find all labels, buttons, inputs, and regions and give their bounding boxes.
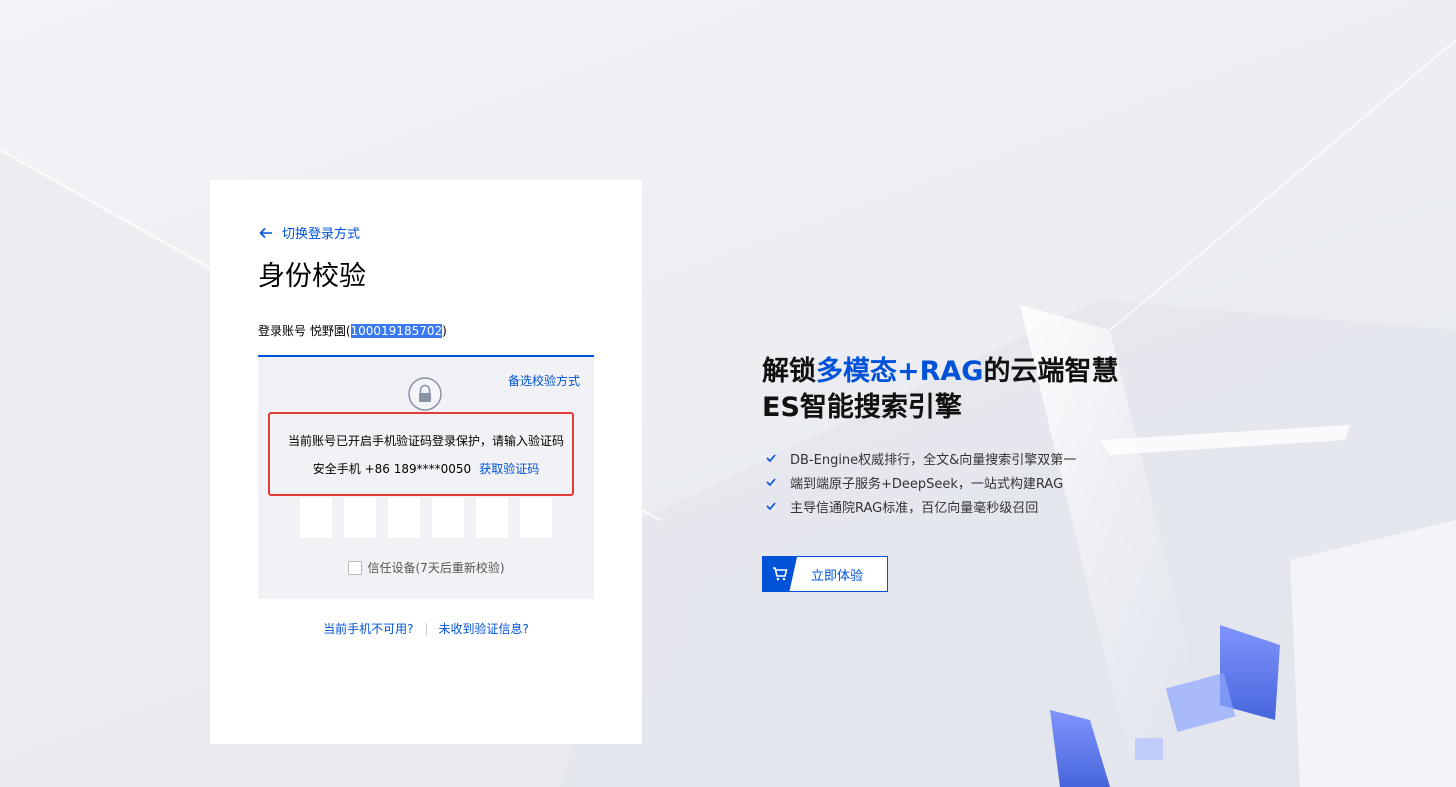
code-digit-input[interactable] bbox=[300, 498, 332, 538]
code-digit-input[interactable] bbox=[520, 498, 552, 538]
help-links: 当前手机不可用? 未收到验证信息? bbox=[210, 620, 642, 637]
secure-phone-number: 安全手机 +86 189****0050 bbox=[312, 462, 472, 476]
divider bbox=[425, 622, 427, 635]
arrow-left-icon bbox=[259, 227, 272, 238]
account-info: 登录账号 悦野園(100019185702) bbox=[258, 322, 447, 339]
lock-icon bbox=[408, 377, 442, 411]
trust-device-checkbox[interactable] bbox=[347, 560, 362, 575]
promo-title: 解锁多模态+RAG的云端智慧 ES智能搜索引擎 bbox=[762, 354, 1118, 426]
highlight-box bbox=[268, 412, 574, 496]
verification-notice: 当前账号已开启手机验证码登录保护，请输入验证码 bbox=[287, 434, 564, 448]
trust-device-row: 信任设备(7天后重新校验) bbox=[258, 559, 594, 576]
check-icon bbox=[766, 502, 776, 511]
try-now-button[interactable]: 立即体验 bbox=[762, 556, 888, 592]
code-digit-input[interactable] bbox=[432, 498, 464, 538]
feature-text: 端到端原子服务+DeepSeek，一站式构建RAG bbox=[790, 476, 1064, 492]
cart-icon bbox=[773, 567, 788, 581]
feature-item: DB-Engine权威排行，全文&向量搜索引擎双第一 bbox=[766, 446, 1076, 470]
identity-verification-card: 切换登录方式 身份校验 登录账号 悦野園(100019185702) 备选校验方… bbox=[210, 180, 642, 744]
phone-unavailable-link[interactable]: 当前手机不可用? bbox=[323, 620, 413, 637]
code-digit-input[interactable] bbox=[344, 498, 376, 538]
account-suffix: ) bbox=[442, 324, 447, 338]
switch-login-method-link[interactable]: 切换登录方式 bbox=[258, 223, 360, 242]
alternate-verification-link[interactable]: 备选校验方式 bbox=[508, 372, 580, 389]
secure-phone-line: 安全手机 +86 189****0050 获取验证码 bbox=[258, 460, 594, 477]
feature-item: 主导信通院RAG标准，百亿向量毫秒级召回 bbox=[766, 494, 1076, 518]
feature-text: 主导信通院RAG标准，百亿向量毫秒级召回 bbox=[790, 500, 1039, 516]
feature-text: DB-Engine权威排行，全文&向量搜索引擎双第一 bbox=[790, 452, 1077, 468]
code-digit-input[interactable] bbox=[388, 498, 420, 538]
feature-list: DB-Engine权威排行，全文&向量搜索引擎双第一 端到端原子服务+DeepS… bbox=[766, 446, 1076, 518]
promo-title-line2: ES智能搜索引擎 bbox=[762, 392, 962, 423]
page-title: 身份校验 bbox=[258, 261, 366, 292]
promo-title-prefix: 解锁 bbox=[762, 356, 816, 387]
feature-item: 端到端原子服务+DeepSeek，一站式构建RAG bbox=[766, 470, 1076, 494]
no-code-received-link[interactable]: 未收到验证信息? bbox=[439, 620, 529, 637]
get-code-button[interactable]: 获取验证码 bbox=[479, 462, 539, 476]
account-prefix: 登录账号 悦野園( bbox=[258, 324, 351, 338]
promo-title-highlight: 多模态+RAG bbox=[816, 356, 984, 387]
code-input-group bbox=[300, 498, 552, 538]
check-icon bbox=[766, 454, 776, 463]
cart-icon-container bbox=[763, 557, 797, 591]
account-id: 100019185702 bbox=[350, 324, 443, 338]
verification-panel: 备选校验方式 当前账号已开启手机验证码登录保护，请输入验证码 安全手机 +86 … bbox=[258, 355, 594, 599]
promo-title-suffix: 的云端智慧 bbox=[983, 356, 1119, 387]
code-digit-input[interactable] bbox=[476, 498, 508, 538]
switch-login-method-label: 切换登录方式 bbox=[282, 227, 361, 242]
trust-device-label: 信任设备(7天后重新校验) bbox=[367, 561, 505, 575]
try-now-label: 立即体验 bbox=[810, 568, 863, 584]
check-icon bbox=[766, 478, 776, 487]
